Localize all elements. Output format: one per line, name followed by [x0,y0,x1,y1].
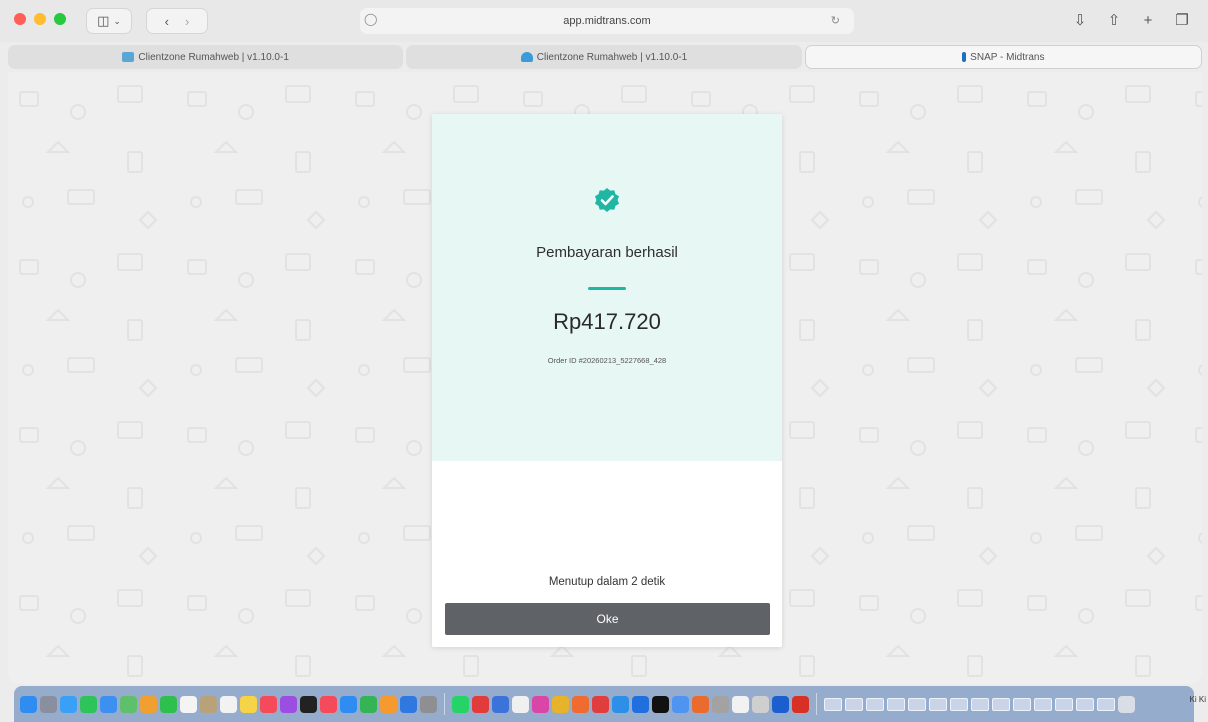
payment-success-panel: Pembayaran berhasil Rp417.720 Order ID #… [432,114,782,461]
edge-text: Ki Ki [1189,695,1206,704]
app-icon[interactable] [672,695,689,713]
success-check-icon [595,188,619,212]
minimized-window[interactable] [992,697,1010,711]
address-bar[interactable]: ◯ app.midtrans.com ↻ [360,8,854,34]
app-icon[interactable] [692,695,709,713]
minimized-window[interactable] [887,697,905,711]
app-icon[interactable] [632,695,649,713]
payment-amount: Rp417.720 [553,309,661,334]
minimized-window[interactable] [1013,697,1031,711]
app-icon[interactable] [472,695,489,713]
app-icon[interactable] [732,695,749,713]
window-controls [14,13,66,25]
page-content: Pembayaran berhasil Rp417.720 Order ID #… [8,72,1202,684]
app-icon[interactable] [492,695,509,713]
app-icon[interactable] [752,695,769,713]
zoom-window-button[interactable] [54,13,66,25]
whatsapp-icon[interactable] [452,695,469,713]
minimized-window[interactable] [950,697,968,711]
minimized-window[interactable] [866,697,884,711]
minimized-window[interactable] [929,697,947,711]
closing-countdown: Menutup dalam 2 detik [548,576,666,588]
messages-icon[interactable] [80,695,97,713]
app-icon[interactable] [772,695,789,713]
app-icon[interactable] [712,695,729,713]
mail-icon[interactable] [100,695,117,713]
app-icon[interactable] [652,695,669,713]
minimized-window[interactable] [824,697,842,711]
minimized-window[interactable] [1076,697,1094,711]
midtrans-favicon-icon [962,52,967,62]
pages-icon[interactable] [380,695,397,713]
app-icon[interactable] [512,695,529,713]
payment-status-title: Pembayaran berhasil [536,244,678,261]
close-window-button[interactable] [14,13,26,25]
chrome-icon[interactable] [552,695,569,713]
new-tab-icon[interactable]: + [1136,8,1160,32]
ok-button[interactable]: Oke [445,603,770,635]
system-settings-icon[interactable] [420,695,437,713]
minimized-window[interactable] [1055,697,1073,711]
keynote-icon[interactable] [400,695,417,713]
back-icon[interactable]: ‹ [165,14,169,29]
minimized-window[interactable] [1097,697,1115,711]
tab-label: Clientzone Rumahweb | v1.10.0-1 [536,51,688,63]
vscode-icon[interactable] [612,695,629,713]
privacy-report-icon[interactable]: ◯ [364,12,377,26]
trash-icon[interactable] [1118,695,1135,713]
contacts-icon[interactable] [200,695,217,713]
dock-separator [444,693,445,715]
tab-bar: Clientzone Rumahweb | v1.10.0-1 Clientzo… [8,45,1202,69]
maps-icon[interactable] [120,695,137,713]
dock [14,686,1194,722]
safari-icon[interactable] [60,695,77,713]
navigation-buttons: ‹ › [146,8,208,34]
success-divider [588,287,626,290]
tab-snap-midtrans[interactable]: SNAP - Midtrans [804,45,1202,69]
app-icon[interactable] [572,695,589,713]
notes-icon[interactable] [240,695,257,713]
browser-toolbar: ◫ ⌄ ‹ › ◯ app.midtrans.com ↻ ⇩ ⇧ + ❐ [0,0,1208,42]
address-url: app.midtrans.com [563,15,651,27]
finder-icon[interactable] [20,695,37,713]
minimized-window[interactable] [845,697,863,711]
app-icon[interactable] [592,695,609,713]
podcasts-icon[interactable] [280,695,297,713]
acrobat-icon[interactable] [792,695,809,713]
toolbar-actions: ⇩ ⇧ + ❐ [1068,8,1194,32]
launchpad-icon[interactable] [40,695,57,713]
order-id: Order ID #20260213_5227668_428 [547,356,667,365]
downloads-icon[interactable]: ⇩ [1068,8,1092,32]
tv-icon[interactable] [300,695,317,713]
payment-modal: Pembayaran berhasil Rp417.720 Order ID #… [432,114,782,647]
tab-label: Clientzone Rumahweb | v1.10.0-1 [138,51,289,63]
minimized-window[interactable] [1034,697,1052,711]
minimize-window-button[interactable] [34,13,46,25]
browser-window: ◫ ⌄ ‹ › ◯ app.midtrans.com ↻ ⇩ ⇧ + ❐ Cli… [0,0,1208,722]
music-icon[interactable] [260,695,277,713]
tab-clientzone-1[interactable]: Clientzone Rumahweb | v1.10.0-1 [8,45,404,69]
calendar-icon[interactable] [180,695,197,713]
cloud-favicon-icon [520,52,533,62]
minimized-window[interactable] [908,697,926,711]
app-store-icon[interactable] [340,695,357,713]
app-icon[interactable] [532,695,549,713]
tab-clientzone-2[interactable]: Clientzone Rumahweb | v1.10.0-1 [406,45,802,69]
minimized-window[interactable] [971,697,989,711]
numbers-icon[interactable] [360,695,377,713]
sidebar-icon: ◫ [97,13,110,28]
reminders-icon[interactable] [220,695,237,713]
forward-icon[interactable]: › [185,14,189,29]
sidebar-toggle-button[interactable]: ◫ ⌄ [86,8,132,34]
news-icon[interactable] [320,695,337,713]
tab-overview-icon[interactable]: ❐ [1170,8,1194,32]
photos-icon[interactable] [140,695,157,713]
dock-separator [816,693,817,715]
rumahweb-favicon-icon [122,52,135,62]
reload-icon[interactable]: ↻ [831,14,840,27]
facetime-icon[interactable] [160,695,177,713]
share-icon[interactable]: ⇧ [1102,8,1126,32]
chevron-down-icon: ⌄ [113,15,121,26]
tab-label: SNAP - Midtrans [970,51,1045,63]
